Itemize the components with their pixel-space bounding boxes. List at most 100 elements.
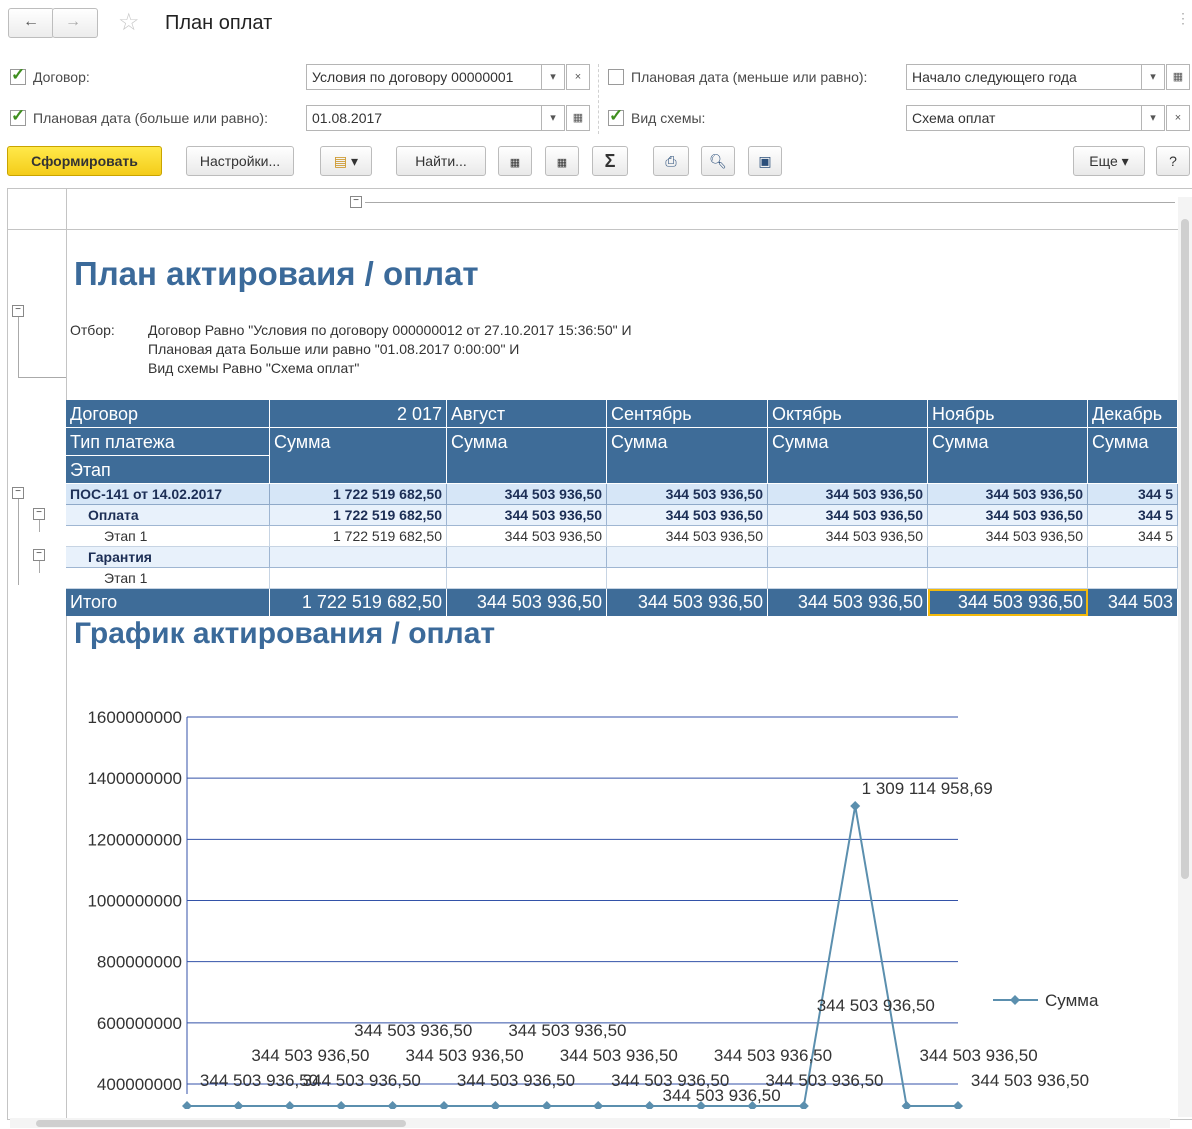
date-ge-calendar-button[interactable]: ▦ — [566, 105, 590, 131]
scheme-checkbox[interactable] — [608, 106, 624, 126]
table-cell[interactable]: 344 503 936,50 — [928, 484, 1088, 505]
total-cell[interactable]: 344 503 936,50 — [768, 589, 928, 616]
dogovor-dropdown-button[interactable]: ▾ — [541, 64, 565, 90]
total-cell-selected[interactable]: 344 503 936,50 — [928, 589, 1088, 616]
find-button[interactable]: Найти... — [396, 146, 486, 176]
collapse-header-icon[interactable]: − — [350, 196, 362, 208]
settings-button[interactable]: Настройки... — [186, 146, 294, 176]
dogovor-checkbox[interactable] — [10, 65, 26, 85]
collapse-groups-button[interactable]: ▦ — [498, 146, 532, 176]
table-cell[interactable]: 344 503 936,50 — [607, 505, 768, 526]
table-cell[interactable] — [928, 568, 1088, 589]
header-period-6[interactable]: Декабрь — [1088, 400, 1178, 428]
horizontal-scroll-thumb[interactable] — [36, 1120, 406, 1127]
more-button[interactable]: Еще ▾ — [1073, 146, 1145, 176]
header-sum-3[interactable]: Сумма — [607, 428, 768, 484]
date-le-dropdown-button[interactable]: ▾ — [1141, 64, 1165, 90]
header-sum-1[interactable]: Сумма — [270, 428, 447, 484]
date-le-checkbox[interactable] — [608, 69, 624, 85]
table-cell[interactable]: 344 503 936,50 — [928, 505, 1088, 526]
header-sum-5[interactable]: Сумма — [928, 428, 1088, 484]
header-period-1[interactable]: 2 017 — [270, 400, 447, 428]
table-cell[interactable] — [447, 547, 607, 568]
header-sum-4[interactable]: Сумма — [768, 428, 928, 484]
table-cell[interactable]: 344 5 — [1088, 526, 1178, 547]
header-period-5[interactable]: Ноябрь — [928, 400, 1088, 428]
forward-button[interactable]: → — [52, 8, 98, 38]
header-period-4[interactable]: Октябрь — [768, 400, 928, 428]
date-ge-dropdown-button[interactable]: ▾ — [541, 105, 565, 131]
table-cell[interactable]: 344 5 — [1088, 484, 1178, 505]
header-period-2[interactable]: Август — [447, 400, 607, 428]
preview-button[interactable]: 🔍︎ — [701, 146, 735, 176]
close-icon[interactable]: ⋮ — [1176, 10, 1190, 27]
dogovor-field[interactable]: Условия по договору 00000001 — [306, 64, 542, 90]
table-cell[interactable]: 344 503 936,50 — [928, 526, 1088, 547]
table-cell[interactable]: 344 503 936,50 — [768, 526, 928, 547]
table-row-label[interactable]: Этап 1 — [66, 526, 270, 547]
header-sum-6[interactable]: Сумма — [1088, 428, 1178, 484]
header-period-3[interactable]: Сентябрь — [607, 400, 768, 428]
table-cell[interactable]: 344 5 — [1088, 505, 1178, 526]
total-cell[interactable]: 344 503 936,50 — [607, 589, 768, 616]
table-cell[interactable]: 1 722 519 682,50 — [270, 526, 447, 547]
collapse-contract-icon[interactable]: − — [12, 487, 24, 499]
table-cell[interactable]: 344 503 936,50 — [447, 526, 607, 547]
data-point — [284, 1101, 295, 1109]
table-cell[interactable] — [768, 547, 928, 568]
total-label[interactable]: Итого — [66, 589, 270, 616]
table-cell[interactable]: 344 503 936,50 — [607, 526, 768, 547]
total-cell[interactable]: 344 503 — [1088, 589, 1178, 616]
scheme-dropdown-button[interactable]: ▾ — [1141, 105, 1165, 131]
favorite-star-icon[interactable]: ☆ — [118, 8, 140, 37]
total-cell[interactable]: 344 503 936,50 — [447, 589, 607, 616]
help-button[interactable]: ? — [1156, 146, 1190, 176]
table-cell[interactable] — [607, 568, 768, 589]
table-row-label[interactable]: Этап 1 — [66, 568, 270, 589]
table-cell[interactable] — [1088, 568, 1178, 589]
table-cell[interactable] — [607, 547, 768, 568]
table-cell[interactable] — [768, 568, 928, 589]
date-le-field[interactable]: Начало следующего года — [906, 64, 1142, 90]
table-cell[interactable] — [270, 547, 447, 568]
more-label: Еще — [1089, 153, 1118, 169]
table-cell[interactable] — [270, 568, 447, 589]
print-button[interactable]: ⎙ — [653, 146, 689, 176]
header-payment-type[interactable]: Тип платежа — [66, 428, 270, 456]
collapse-title-icon[interactable]: − — [12, 305, 24, 317]
scheme-field[interactable]: Схема оплат — [906, 105, 1142, 131]
table-cell[interactable]: 344 503 936,50 — [607, 484, 768, 505]
table-cell[interactable]: 344 503 936,50 — [447, 484, 607, 505]
variant-dropdown-button[interactable]: ▤ ▾ — [320, 146, 372, 176]
table-cell[interactable] — [928, 547, 1088, 568]
table-cell[interactable] — [1088, 547, 1178, 568]
table-row-label[interactable]: Оплата — [66, 505, 270, 526]
table-row-label[interactable]: Гарантия — [66, 547, 270, 568]
header-sum-2[interactable]: Сумма — [447, 428, 607, 484]
save-button[interactable]: ▣ — [748, 146, 782, 176]
scheme-clear-button[interactable]: × — [1166, 105, 1190, 131]
table-cell[interactable]: 1 722 519 682,50 — [270, 505, 447, 526]
back-button[interactable]: ← — [8, 8, 54, 38]
header-period-0[interactable]: Договор — [66, 400, 270, 428]
date-ge-checkbox[interactable] — [10, 106, 26, 126]
table-cell[interactable]: 344 503 936,50 — [768, 505, 928, 526]
date-le-calendar-button[interactable]: ▦ — [1166, 64, 1190, 90]
date-ge-field[interactable]: 01.08.2017 — [306, 105, 542, 131]
collapse-payment-icon[interactable]: − — [33, 508, 45, 520]
vertical-scroll-thumb[interactable] — [1181, 219, 1189, 879]
table-cell[interactable] — [447, 568, 607, 589]
sum-button[interactable]: Σ — [592, 146, 628, 176]
total-cell[interactable]: 1 722 519 682,50 — [270, 589, 447, 616]
collapse-guarantee-icon[interactable]: − — [33, 549, 45, 561]
table-cell[interactable]: 344 503 936,50 — [447, 505, 607, 526]
table-row-label[interactable]: ПОС-141 от 14.02.2017 — [66, 484, 270, 505]
y-tick-label: 1400000000 — [87, 769, 182, 788]
header-stage[interactable]: Этап — [66, 456, 270, 484]
generate-button[interactable]: Сформировать — [7, 146, 162, 176]
dogovor-clear-button[interactable]: × — [566, 64, 590, 90]
report-area[interactable]: − − План актироваия / оплат Отбор: Догов… — [7, 188, 1192, 1120]
table-cell[interactable]: 1 722 519 682,50 — [270, 484, 447, 505]
table-cell[interactable]: 344 503 936,50 — [768, 484, 928, 505]
expand-groups-button[interactable]: ▦ — [545, 146, 579, 176]
